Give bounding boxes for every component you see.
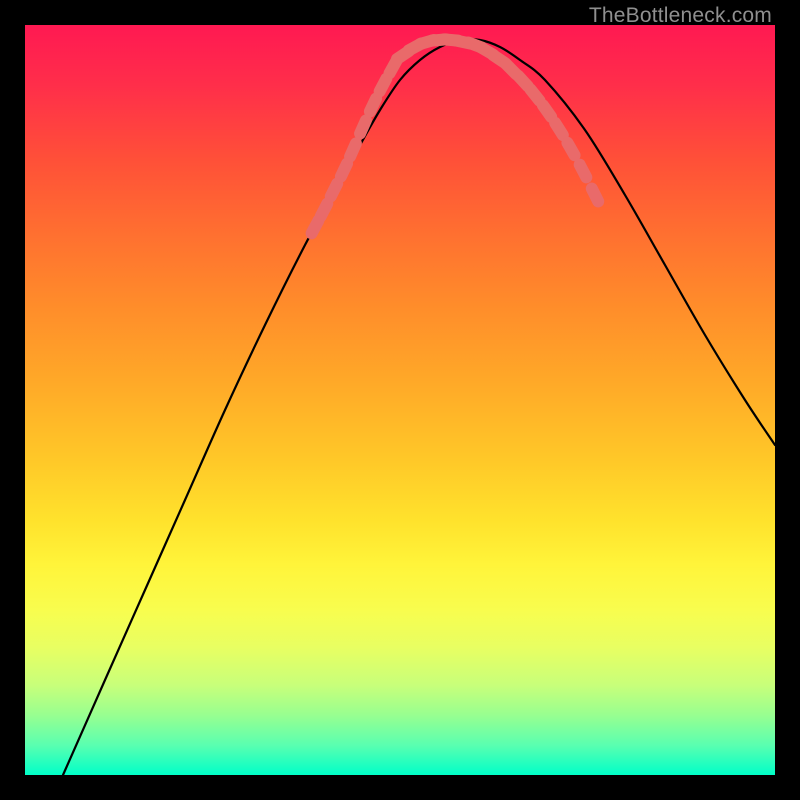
dots-left [312,61,397,234]
curve-line [63,39,775,775]
watermark-text: TheBottleneck.com [589,4,772,28]
chart-container: TheBottleneck.com [0,0,800,800]
chart-svg [25,25,775,775]
dots-right [506,64,598,202]
plot-area [25,25,775,775]
